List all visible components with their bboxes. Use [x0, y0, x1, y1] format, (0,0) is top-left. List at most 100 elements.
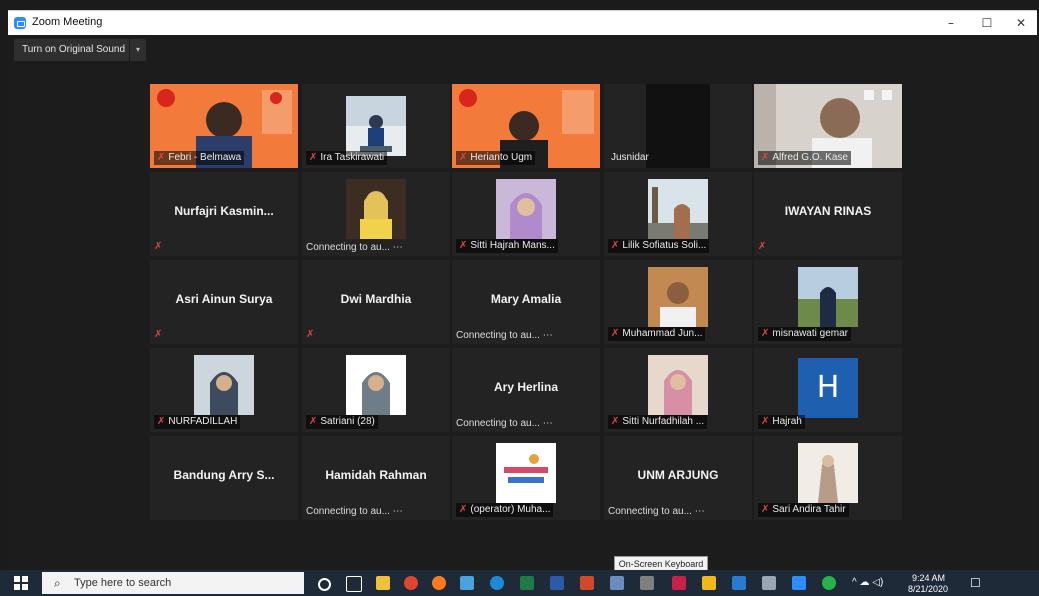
participant-display-name: Ary Herlina	[493, 380, 559, 394]
file-explorer-icon[interactable]	[376, 576, 390, 590]
edge-icon[interactable]	[490, 576, 504, 590]
participant-tile[interactable]: ✗ NURFADILLAH	[150, 348, 298, 432]
app-icon[interactable]	[640, 576, 654, 590]
firefox-icon[interactable]	[432, 576, 446, 590]
participant-tile[interactable]: Mary Amalia Connecting to au... ⋯	[452, 260, 600, 344]
participant-tile[interactable]: Ary Herlina Connecting to au... ⋯	[452, 348, 600, 432]
powerpoint-icon[interactable]	[580, 576, 594, 590]
original-sound-label: Turn on Original Sound	[22, 44, 126, 55]
close-button[interactable]: ✕	[1004, 14, 1038, 32]
minimize-button[interactable]: –	[934, 14, 968, 32]
participant-display-name: Mary Amalia	[490, 292, 562, 306]
participant-photo	[496, 443, 556, 503]
participant-name-label: ✗ Muhammad Jun...	[608, 327, 706, 341]
app-icon[interactable]	[762, 576, 776, 590]
muted-mic-icon: ✗	[157, 416, 166, 427]
participant-tile[interactable]: UNM ARJUNG Connecting to au... ⋯	[604, 436, 752, 520]
windows-taskbar: ⌕ Type here to search ^ ☁ ◁) 9:24 AM 8/2…	[0, 570, 1039, 596]
muted-mic-icon: ✗	[761, 152, 770, 163]
participant-photo	[346, 179, 406, 239]
excel-icon[interactable]	[520, 576, 534, 590]
muted-mic-icon: ✗	[459, 240, 468, 251]
muted-mic-icon: ✗	[154, 241, 163, 252]
participant-name-label: ✗ Lilik Sofiatus Soli...	[608, 239, 710, 253]
app-icon[interactable]	[460, 576, 474, 590]
muted-mic-icon: ✗	[758, 241, 767, 252]
participant-name-label: ✗ Ira Taskirawati	[306, 151, 388, 165]
participant-tile[interactable]: Bandung Arry S...	[150, 436, 298, 520]
tray-chevron-icon[interactable]: ^ ☁ ◁)	[852, 577, 883, 588]
chrome-icon[interactable]	[404, 576, 418, 590]
muted-mic-icon: ✗	[611, 416, 620, 427]
task-view-icon[interactable]	[346, 576, 362, 592]
muted-mic-icon: ✗	[459, 152, 468, 163]
participant-tile[interactable]: ✗ Sari Andira Tahir	[754, 436, 902, 520]
participant-tile[interactable]: ✗ Febri - Belmawa	[150, 84, 298, 168]
original-sound-button[interactable]: Turn on Original Sound ▾	[14, 39, 146, 61]
meeting-gallery: Turn on Original Sound ▾ ✗ Febri - Belmaw…	[8, 35, 1037, 570]
muted-mic-icon: ✗	[309, 152, 318, 163]
connecting-audio-status: Connecting to au... ⋯	[306, 242, 403, 253]
participant-tile[interactable]: ✗ Sitti Hajrah Mans...	[452, 172, 600, 256]
participant-name-label: ✗ Hajrah	[758, 415, 805, 429]
maximize-button[interactable]: ☐	[970, 14, 1004, 32]
notification-icon[interactable]: ☐	[970, 576, 981, 590]
participant-name-label: ✗ Sitti Nurfadhilah ...	[608, 415, 708, 429]
participant-tile[interactable]: ✗ Alfred G.O. Kase	[754, 84, 902, 168]
participant-name-label: ✗ Alfred G.O. Kase	[758, 151, 851, 165]
participant-tile[interactable]: ✗ (operator) Muha...	[452, 436, 600, 520]
participant-photo	[194, 355, 254, 415]
participant-display-name: Bandung Arry S...	[173, 468, 275, 482]
participant-tile[interactable]: Hamidah Rahman Connecting to au... ⋯	[302, 436, 450, 520]
participant-video	[646, 84, 710, 168]
participant-display-name: Dwi Mardhia	[340, 292, 412, 306]
participant-name-label: ✗ Herianto Ugm	[456, 151, 536, 165]
participant-tile[interactable]: ✗ Satriani (28)	[302, 348, 450, 432]
participant-photo	[648, 179, 708, 239]
word-icon[interactable]	[550, 576, 564, 590]
participant-name-label: ✗ (operator) Muha...	[456, 503, 554, 517]
participant-tile[interactable]: ✗ Muhammad Jun...	[604, 260, 752, 344]
participant-tile[interactable]: Connecting to au... ⋯	[302, 172, 450, 256]
windows-start-icon[interactable]	[14, 576, 28, 590]
chevron-down-icon[interactable]: ▾	[129, 39, 146, 61]
muted-mic-icon: ✗	[306, 329, 315, 340]
connecting-audio-status: Connecting to au... ⋯	[456, 330, 553, 341]
participant-tile[interactable]: Jusnidar	[604, 84, 752, 168]
window-titlebar: Zoom Meeting – ☐ ✕	[8, 10, 1037, 35]
window-title: Zoom Meeting	[32, 16, 103, 28]
taskbar-search-box[interactable]: ⌕ Type here to search	[42, 572, 304, 594]
connecting-audio-status: Connecting to au... ⋯	[608, 506, 705, 517]
cortana-icon[interactable]	[318, 578, 331, 591]
zoom-app-icon	[14, 17, 26, 29]
app-icon[interactable]	[672, 576, 686, 590]
participant-tile[interactable]: Dwi Mardhia ✗	[302, 260, 450, 344]
participant-photo	[798, 267, 858, 327]
zoom-taskbar-icon[interactable]	[792, 576, 806, 590]
sticky-notes-icon[interactable]	[702, 576, 716, 590]
app-icon[interactable]	[732, 576, 746, 590]
participant-display-name: IWAYAN RINAS	[784, 204, 872, 218]
participant-name-label: ✗ Sari Andira Tahir	[758, 503, 849, 517]
participant-display-name: Asri Ainun Surya	[175, 292, 273, 306]
muted-mic-icon: ✗	[459, 504, 468, 515]
participant-display-name: Nurfajri Kasmin...	[174, 204, 274, 218]
connecting-audio-status: Connecting to au... ⋯	[456, 418, 553, 429]
participant-tile[interactable]: ✗ Ira Taskirawati	[302, 84, 450, 168]
muted-mic-icon: ✗	[611, 240, 620, 251]
participant-tile[interactable]: ✗ Herianto Ugm	[452, 84, 600, 168]
app-icon[interactable]	[610, 576, 624, 590]
clock-time[interactable]: 9:24 AM	[912, 573, 945, 583]
participant-tile[interactable]: ✗ Sitti Nurfadhilah ...	[604, 348, 752, 432]
participant-tile[interactable]: ✗ Lilik Sofiatus Soli...	[604, 172, 752, 256]
participant-tile[interactable]: Nurfajri Kasmin... ✗	[150, 172, 298, 256]
clock-date[interactable]: 8/21/2020	[908, 584, 948, 594]
participant-tile[interactable]: IWAYAN RINAS ✗	[754, 172, 902, 256]
participant-tile[interactable]: Asri Ainun Surya ✗	[150, 260, 298, 344]
participant-tile[interactable]: H ✗ Hajrah	[754, 348, 902, 432]
whatsapp-icon[interactable]	[822, 576, 836, 590]
participant-name-label: ✗ misnawati gemar	[758, 327, 851, 341]
participant-tile[interactable]: ✗ misnawati gemar	[754, 260, 902, 344]
participant-photo	[496, 179, 556, 239]
participant-name-label: ✗ NURFADILLAH	[154, 415, 241, 429]
